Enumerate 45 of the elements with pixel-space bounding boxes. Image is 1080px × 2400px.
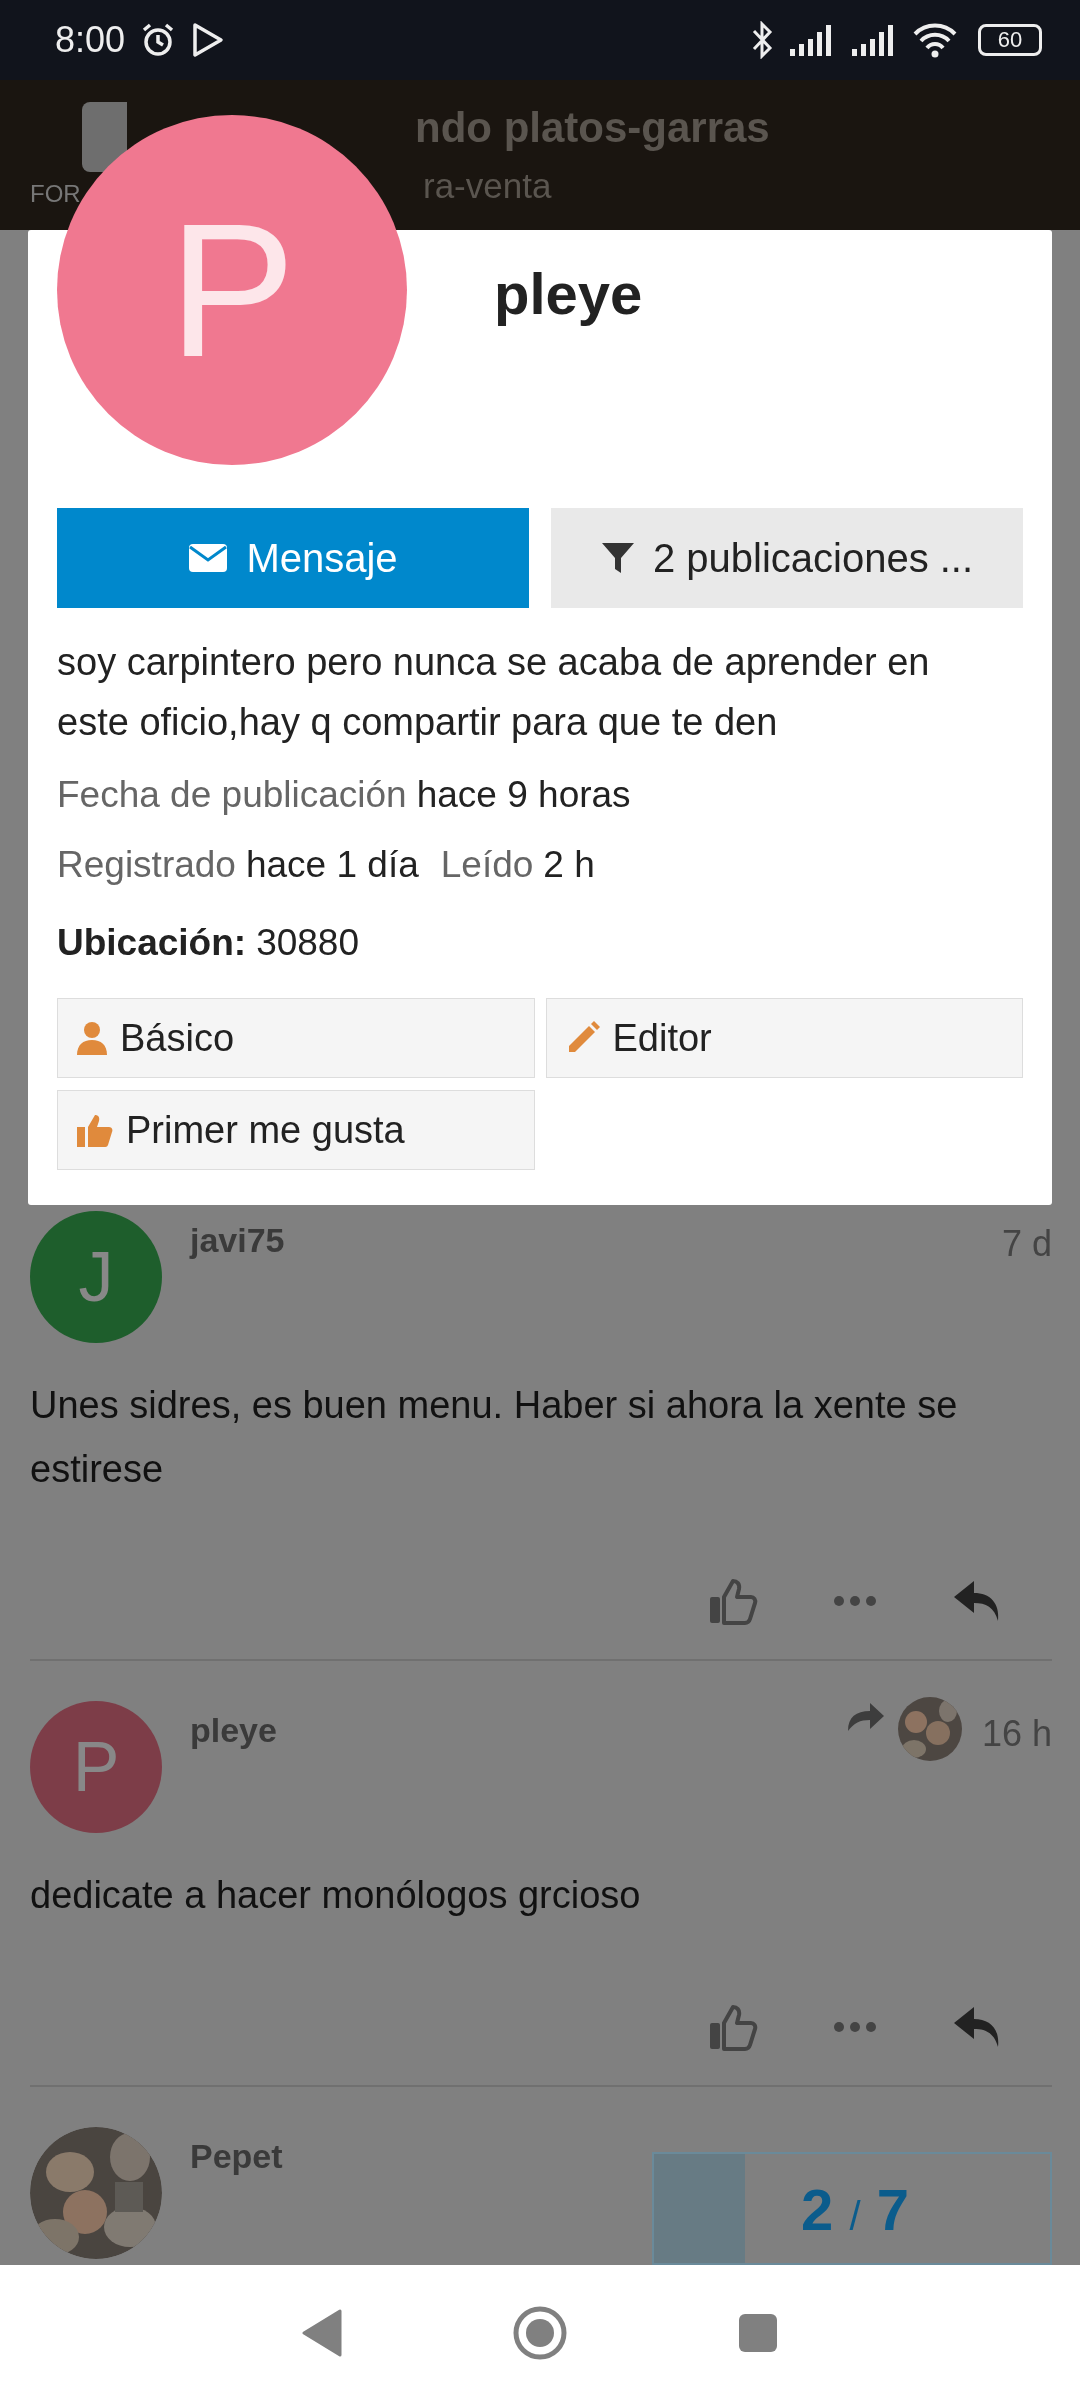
home-icon[interactable] [512,2304,568,2361]
battery-icon: 60 [978,24,1042,56]
more-icon[interactable] [833,1595,877,1607]
stat-value: 2 h [543,843,595,887]
user-avatar[interactable]: P [30,1701,162,1833]
bluetooth-icon [750,21,774,59]
post-text: dedicate a hacer monólogos grcioso [30,1873,642,1918]
post-time: 7 d [1001,1223,1052,1265]
envelope-icon [188,543,229,573]
stat-value: hace 1 día [245,843,419,887]
post-counter: 2 / 7 [801,2176,909,2243]
message-button[interactable]: Mensaje [57,508,529,608]
thumbs-up-icon [76,1112,114,1148]
recents-icon[interactable] [738,2312,778,2353]
play-icon [191,22,226,58]
stat-label: Fecha de publicación [57,773,407,817]
like-icon[interactable] [708,2003,758,2051]
stat-label: Registrado [57,843,236,887]
timeline-progress[interactable]: 2 / 7 [652,2152,1052,2265]
posts-filter-button[interactable]: 2 publicaciones ... [551,508,1023,608]
topic-category[interactable]: ra-venta [423,166,770,206]
user-badge[interactable]: Primer me gusta [57,1090,535,1170]
logo-icon[interactable] [82,102,127,172]
topic-title[interactable]: ndo platos-garras [415,104,770,152]
like-icon[interactable] [708,1577,758,1625]
post-text: Unes sidres, es buen menu. Haber si ahora la xente se estirese [30,1383,959,1492]
post-author[interactable]: javi75 [190,1221,285,1260]
post-time: 16 h [981,1713,1052,1755]
filter-icon [600,541,635,575]
location-label: Ubicación: [57,921,247,965]
wifi-icon [912,22,958,58]
back-icon[interactable] [302,2308,342,2357]
user-badge[interactable]: Básico [57,998,535,1078]
logo-text: FOR [30,180,81,208]
more-icon[interactable] [833,2021,877,2033]
clock: 8:00 [55,19,126,61]
user-badge[interactable]: Editor [545,998,1023,1078]
person-icon [76,1021,108,1055]
location-value: 30880 [256,921,360,965]
user-avatar[interactable]: J [30,1211,162,1343]
stat-value: hace 9 horas [416,773,631,817]
stat-label: Leído [440,843,534,887]
post-author[interactable]: Pepet [190,2137,283,2176]
username: pleye [494,260,643,327]
post-author[interactable]: pleye [190,1711,277,1750]
